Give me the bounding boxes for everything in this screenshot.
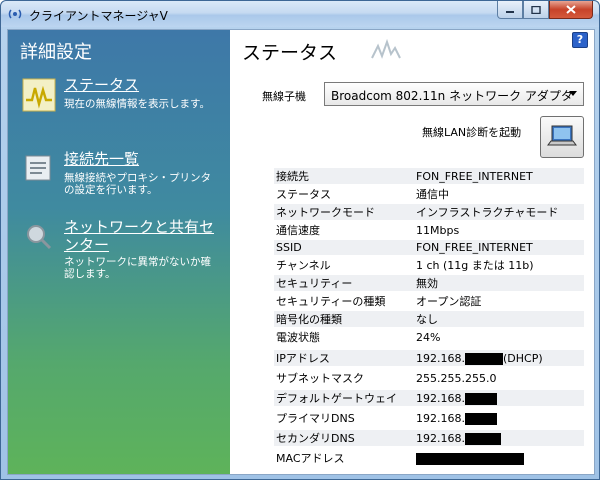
row-value — [414, 450, 584, 466]
title-bar[interactable]: クライアントマネージャV — [1, 1, 599, 27]
redaction-block — [464, 432, 501, 445]
maximize-icon — [531, 5, 541, 14]
table-row: セキュリティーの種類 オープン認証 — [274, 293, 584, 309]
maximize-button[interactable] — [523, 1, 549, 19]
chevron-down-icon — [569, 91, 577, 96]
table-row: SSID FON_FREE_INTERNET — [274, 240, 584, 255]
sidebar-item-desc: 無線接続やプロキシ・プリンタの設定を行います。 — [64, 172, 211, 196]
table-row: ステータス 通信中 — [274, 186, 584, 202]
redaction-block — [464, 352, 503, 365]
row-value: オープン認証 — [414, 293, 584, 309]
ip-prefix: 192.168. — [416, 391, 465, 405]
adapter-select[interactable]: Broadcom 802.11n ネットワーク アダプタ — [324, 82, 584, 106]
row-key: セカンダリDNS — [274, 430, 414, 446]
row-key: セキュリティー — [274, 275, 414, 291]
ip-suffix: (DHCP) — [502, 351, 543, 365]
row-key: プライマリDNS — [274, 410, 414, 426]
row-key: ステータス — [274, 186, 414, 202]
row-key: チャンネル — [274, 257, 414, 273]
row-value: 192.168. (DHCP) — [414, 350, 584, 366]
row-key: IPアドレス — [274, 350, 414, 366]
minimize-icon — [506, 10, 514, 13]
row-value: 11Mbps — [414, 222, 584, 238]
adapter-value: Broadcom 802.11n ネットワーク アダプタ — [331, 89, 573, 103]
table-row: セキュリティー 無効 — [274, 275, 584, 291]
main-panel: ステータス ? 無線子機 Broadcom 802.11n ネットワーク アダプ… — [230, 30, 594, 474]
list-icon — [25, 155, 51, 181]
redaction-block — [416, 452, 524, 465]
table-row: サブネットマスク 255.255.255.0 — [274, 370, 584, 386]
minimize-button[interactable] — [497, 1, 523, 19]
status-table: 接続先 FON_FREE_INTERNET ステータス 通信中 ネットワークモードイ… — [274, 166, 584, 347]
row-value: FON_FREE_INTERNET — [414, 240, 584, 255]
window-title: クライアントマネージャV — [29, 9, 168, 23]
sidebar-item-label[interactable]: 接続先一覧 — [64, 150, 214, 168]
laptop-diagnostics-icon — [547, 125, 577, 146]
help-button[interactable]: ? — [572, 32, 588, 48]
table-row: プライマリDNS 192.168. — [274, 410, 584, 426]
magnifier-icon — [27, 225, 52, 250]
page-title: ステータス — [242, 42, 338, 64]
row-value: 192.168. — [414, 430, 584, 446]
close-icon — [566, 5, 576, 14]
row-value: 通信中 — [414, 186, 584, 202]
wireless-app-icon — [8, 9, 22, 19]
signal-wave-icon — [371, 38, 401, 59]
row-value: 255.255.255.0 — [414, 370, 584, 386]
row-value: 24% — [414, 329, 584, 345]
table-row: ネットワークモード インフラストラクチャモード — [274, 204, 584, 220]
table-row: セカンダリDNS 192.168. — [274, 430, 584, 446]
table-row: 電波状態 24% — [274, 329, 584, 345]
table-row: デフォルトゲートウェイ 192.168. — [274, 390, 584, 406]
ip-prefix: 192.168. — [416, 351, 465, 365]
table-row: MACアドレス — [274, 450, 584, 466]
row-value: 192.168. — [414, 410, 584, 426]
row-key: SSID — [274, 240, 414, 255]
sidebar: 詳細設定 ステータス 現在の無線情報を表示します。 接続先一覧 無線接続やプロキ… — [8, 30, 230, 474]
sidebar-item-label[interactable]: ネットワークと共有センター — [64, 218, 214, 254]
row-key: 電波状態 — [274, 329, 414, 345]
caption-buttons — [497, 1, 593, 19]
sidebar-item-desc: 現在の無線情報を表示します。 — [64, 98, 210, 110]
redaction-block — [464, 412, 497, 425]
client-area: 詳細設定 ステータス 現在の無線情報を表示します。 接続先一覧 無線接続やプロキ… — [7, 29, 595, 475]
app-window: クライアントマネージャV 詳細設定 ステータス 現在の無線情報を表示します。 接… — [0, 0, 600, 480]
table-row: 接続先 FON_FREE_INTERNET — [274, 168, 584, 184]
close-button[interactable] — [549, 1, 593, 19]
sidebar-title: 詳細設定 — [20, 42, 92, 63]
sidebar-item-desc: ネットワークに異常がないか確認します。 — [64, 256, 211, 280]
sidebar-item-label[interactable]: ステータス — [64, 76, 214, 94]
table-row: チャンネル 1 ch (11g または 11b) — [274, 257, 584, 273]
diagnostics-label: 無線LAN診断を起動 — [422, 126, 522, 139]
row-key: ネットワークモード — [274, 204, 414, 220]
row-key: セキュリティーの種類 — [274, 293, 414, 309]
row-key: 通信速度 — [274, 222, 414, 238]
row-key: MACアドレス — [274, 450, 414, 466]
subnet-value: 255.255.255.0 — [416, 371, 497, 385]
row-value: なし — [414, 311, 584, 327]
row-key: サブネットマスク — [274, 370, 414, 386]
adapter-label: 無線子機 — [262, 90, 306, 103]
row-key: 暗号化の種類 — [274, 311, 414, 327]
ip-prefix: 192.168. — [416, 411, 465, 425]
table-row: 通信速度 11Mbps — [274, 222, 584, 238]
row-value: 1 ch (11g または 11b) — [414, 257, 584, 273]
row-key: デフォルトゲートウェイ — [274, 390, 414, 406]
redaction-block — [464, 392, 497, 405]
table-row: 暗号化の種類 なし — [274, 311, 584, 327]
row-value: FON_FREE_INTERNET — [414, 168, 584, 184]
row-key: 接続先 — [274, 168, 414, 184]
ip-table: IPアドレス 192.168. (DHCP) サブネットマスク 255.255.255… — [274, 346, 584, 470]
diagnostics-button[interactable] — [540, 116, 584, 158]
table-row: IPアドレス 192.168. (DHCP) — [274, 350, 584, 366]
row-value: 無効 — [414, 275, 584, 291]
row-value: インフラストラクチャモード — [414, 204, 584, 220]
row-value: 192.168. — [414, 390, 584, 406]
status-wave-icon — [22, 78, 56, 112]
ip-prefix: 192.168. — [416, 431, 465, 445]
